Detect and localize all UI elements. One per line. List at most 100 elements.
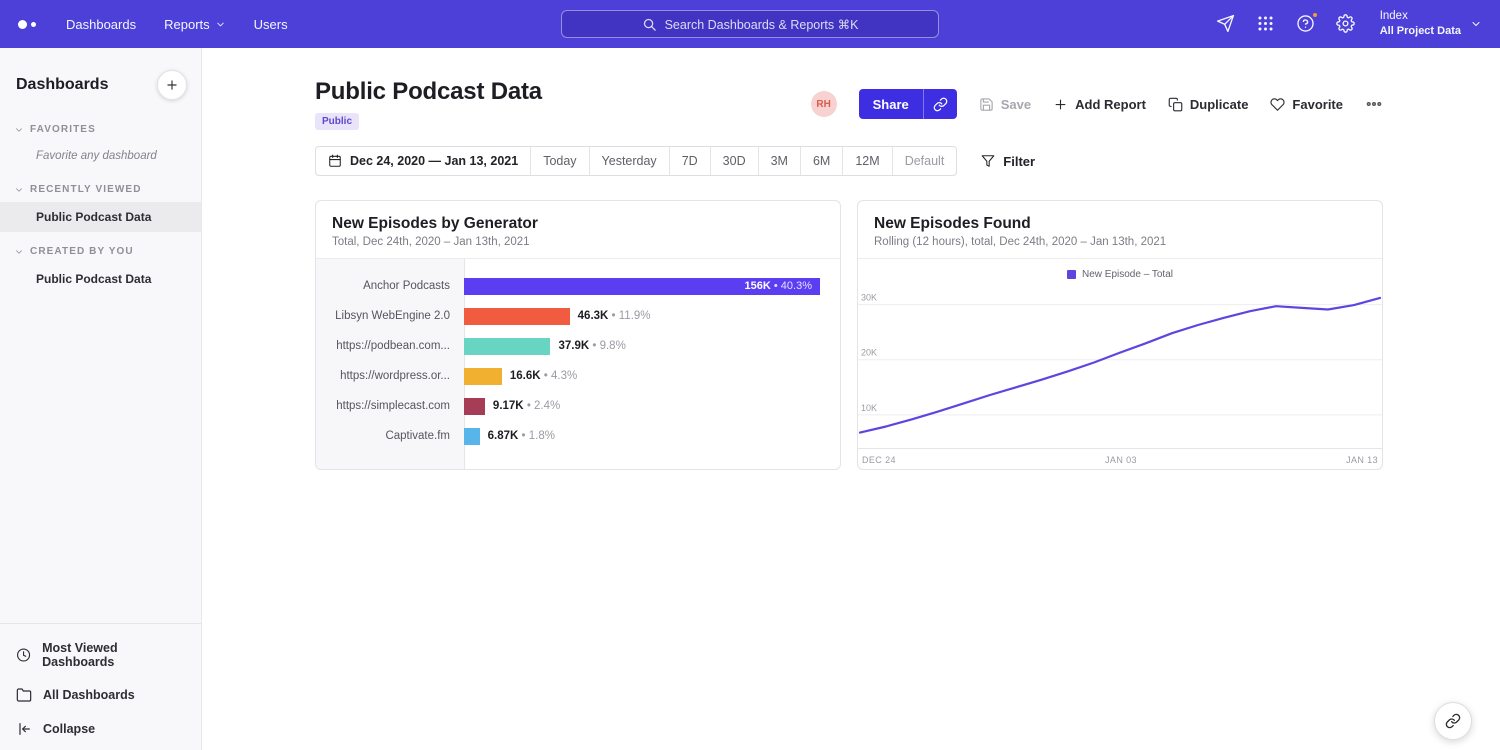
preset-30d[interactable]: 30D [710, 147, 758, 175]
more-icon [1365, 95, 1383, 113]
footer-collapse[interactable]: Collapse [0, 712, 201, 746]
calendar-icon [328, 154, 342, 168]
help-button[interactable] [1296, 14, 1315, 33]
link-icon [933, 97, 948, 112]
filter-icon [981, 154, 995, 168]
line-card-header[interactable]: New Episodes Found Rolling (12 hours), t… [858, 201, 1382, 259]
report-cards: New Episodes by Generator Total, Dec 24t… [315, 200, 1383, 470]
avatar[interactable]: RH [811, 91, 837, 117]
bar-card-title: New Episodes by Generator [332, 215, 824, 233]
sidebar-footer: Most Viewed Dashboards All Dashboards Coll… [0, 623, 201, 750]
chevron-down-icon [215, 19, 226, 30]
filter-button[interactable]: Filter [981, 154, 1035, 169]
add-dashboard-button[interactable] [157, 70, 187, 100]
section-label: CREATED BY YOU [30, 246, 134, 257]
bar[interactable] [464, 308, 570, 325]
share-link-button[interactable] [923, 89, 957, 119]
bar-category-label: https://simplecast.com [316, 400, 464, 412]
grid-icon [1256, 14, 1275, 33]
plus-icon [1053, 97, 1068, 112]
sidebar-item-public-podcast-data[interactable]: Public Podcast Data [0, 202, 201, 232]
add-report-button[interactable]: Add Report [1053, 97, 1146, 112]
sidebar-item-public-podcast-data[interactable]: Public Podcast Data [0, 264, 201, 294]
line-chart-body: New Episode – Total 10K20K30K DEC 24JAN … [858, 259, 1382, 469]
app-logo[interactable] [18, 20, 36, 29]
footer-label: Collapse [43, 722, 95, 736]
bar-row: Captivate.fm6.87K • 1.8% [316, 421, 820, 451]
heart-icon [1270, 97, 1285, 112]
bar[interactable] [464, 428, 480, 445]
more-icon [1365, 95, 1383, 113]
toolbar: Dec 24, 2020 — Jan 13, 2021 TodayYesterd… [315, 146, 1383, 176]
line-series[interactable] [860, 298, 1380, 433]
line-chart-svg: 10K20K30K [858, 288, 1382, 448]
favorite-label: Favorite [1292, 97, 1343, 112]
preset-12m[interactable]: 12M [842, 147, 891, 175]
sidebar-section-favorites[interactable]: FAVORITES [0, 110, 201, 142]
duplicate-label: Duplicate [1190, 97, 1249, 112]
sidebar-section-created-by-you[interactable]: CREATED BY YOU [0, 232, 201, 264]
copy-link-fab[interactable] [1434, 702, 1472, 740]
footer-most-viewed-dashboards[interactable]: Most Viewed Dashboards [0, 632, 201, 678]
bar-row: https://podbean.com...37.9K • 9.8% [316, 331, 820, 361]
bar[interactable] [464, 398, 485, 415]
preset-today[interactable]: Today [530, 147, 588, 175]
bar-track: 46.3K • 11.9% [464, 308, 820, 325]
gear-icon[interactable] [1336, 14, 1355, 33]
share-button-group: Share [859, 89, 957, 119]
legend-label: New Episode – Total [1082, 269, 1173, 280]
bar[interactable] [464, 338, 550, 355]
collapse-icon [16, 721, 32, 737]
x-tick-label: JAN 03 [1105, 455, 1137, 465]
date-range-picker[interactable]: Dec 24, 2020 — Jan 13, 2021 [316, 147, 530, 175]
copy-icon [1168, 97, 1183, 112]
favorite-button[interactable]: Favorite [1270, 97, 1343, 112]
nav-item-label: Dashboards [66, 17, 136, 32]
chevron-down-icon [14, 185, 24, 195]
bar-row: https://simplecast.com9.17K • 2.4% [316, 391, 820, 421]
app-root: Dashboards Reports Users Search Dashboards… [0, 0, 1500, 750]
preset-default[interactable]: Default [892, 147, 957, 175]
search-bar[interactable]: Search Dashboards & Reports ⌘K [561, 10, 939, 38]
nav-item-users[interactable]: Users [254, 17, 288, 32]
search-placeholder: Search Dashboards & Reports ⌘K [665, 17, 859, 32]
header-actions: RH Share Save Add Report [811, 89, 1383, 119]
bar-card-header[interactable]: New Episodes by Generator Total, Dec 24t… [316, 201, 840, 259]
save-button[interactable]: Save [979, 97, 1031, 112]
bar-value-label: 6.87K • 1.8% [488, 430, 555, 442]
footer-all-dashboards[interactable]: All Dashboards [0, 678, 201, 712]
preset-yesterday[interactable]: Yesterday [589, 147, 669, 175]
nav-item-dashboards[interactable]: Dashboards [66, 17, 136, 32]
body-row: Dashboards FAVORITESFavorite any dashboa… [0, 48, 1500, 750]
send-icon[interactable] [1216, 14, 1235, 33]
bar[interactable] [464, 368, 502, 385]
apps-grid-icon[interactable] [1256, 14, 1275, 33]
bar-track: 37.9K • 9.8% [464, 338, 820, 355]
share-button[interactable]: Share [859, 89, 923, 119]
preset-7d[interactable]: 7D [669, 147, 710, 175]
public-badge: Public [315, 113, 359, 130]
nav-item-label: Reports [164, 17, 210, 32]
main-area: Public Podcast Data Public RH Share Save [202, 48, 1500, 750]
bar-value-label: 37.9K • 9.8% [558, 340, 625, 352]
bar-value-label: 46.3K • 11.9% [578, 310, 651, 322]
bar[interactable]: 156K • 40.3% [464, 278, 820, 295]
chevron-down-icon [1470, 18, 1482, 30]
title-block: Public Podcast Data Public [315, 78, 542, 130]
nav-item-reports[interactable]: Reports [164, 17, 226, 32]
more-options-button[interactable] [1365, 95, 1383, 113]
preset-6m[interactable]: 6M [800, 147, 842, 175]
bar-row: Libsyn WebEngine 2.046.3K • 11.9% [316, 301, 820, 331]
chevron-down-icon [14, 247, 24, 257]
preset-3m[interactable]: 3M [758, 147, 800, 175]
calendar-icon [328, 154, 342, 168]
duplicate-button[interactable]: Duplicate [1168, 97, 1249, 112]
project-selector[interactable]: Index All Project Data [1380, 9, 1482, 38]
sidebar-section-recently-viewed[interactable]: RECENTLY VIEWED [0, 170, 201, 202]
folder-icon [16, 687, 32, 703]
line-chart-card: New Episodes Found Rolling (12 hours), t… [857, 200, 1383, 470]
bar-category-label: Anchor Podcasts [316, 280, 464, 292]
footer-label: All Dashboards [43, 688, 135, 702]
project-subtitle: All Project Data [1380, 24, 1461, 38]
bar-track: 16.6K • 4.3% [464, 368, 820, 385]
